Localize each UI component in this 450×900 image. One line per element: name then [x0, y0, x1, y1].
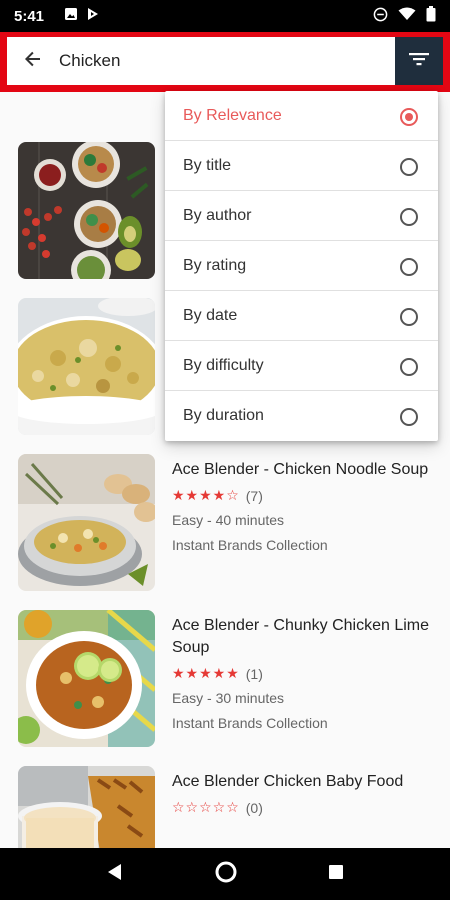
back-nav-icon[interactable]	[106, 863, 124, 886]
recipe-collection: Instant Brands Collection	[172, 715, 328, 731]
chicken-pasta-photo	[18, 298, 155, 435]
sort-option-label: By date	[183, 306, 238, 324]
rating-count: (7)	[245, 487, 263, 504]
back-button[interactable]	[7, 37, 59, 85]
status-time: 5:41	[14, 7, 45, 25]
play-store-icon	[86, 7, 100, 25]
do-not-disturb-icon	[373, 7, 388, 26]
radio-selected-icon[interactable]	[400, 108, 418, 126]
sort-option-label: By author	[183, 206, 252, 224]
radio-unselected-icon[interactable]	[400, 158, 418, 176]
sort-option-label: By rating	[183, 256, 247, 274]
radio-unselected-icon[interactable]	[400, 308, 418, 326]
sort-option-date[interactable]: By date	[165, 291, 438, 341]
recipe-info: Ace Blender - Chunky Chicken Lime Soup ★…	[172, 615, 434, 731]
recipe-info: Ace Blender - Chicken Noodle Soup ★★★★☆ …	[172, 459, 434, 553]
sort-filter-button[interactable]	[395, 37, 443, 85]
system-nav-bar	[0, 848, 450, 900]
recipe-card[interactable]: Ace Blender - Chunky Chicken Lime Soup ★…	[18, 610, 438, 750]
sort-option-title[interactable]: By title	[165, 141, 438, 191]
rating-stars: ★★★★☆ (7)	[172, 487, 434, 504]
recipe-collection: Instant Brands Collection	[172, 537, 328, 553]
battery-icon	[426, 6, 436, 26]
app-screen: 5:41 Chicken Ace Blender - Chicken Noodl…	[0, 0, 450, 900]
search-box	[7, 37, 443, 85]
rating-stars: ★★★★★ (1)	[172, 665, 434, 682]
status-bar: 5:41	[0, 0, 450, 32]
sort-option-relevance[interactable]: By Relevance	[165, 91, 438, 141]
radio-unselected-icon[interactable]	[400, 358, 418, 376]
sort-option-difficulty[interactable]: By difficulty	[165, 341, 438, 391]
sort-menu: By Relevance By title By author By ratin…	[165, 91, 438, 441]
noodle-soup-photo	[18, 454, 155, 591]
recipe-title: Ace Blender - Chicken Noodle Soup	[172, 461, 429, 478]
recipe-title: Ace Blender - Chunky Chicken Lime Soup	[172, 617, 430, 656]
sort-option-author[interactable]: By author	[165, 191, 438, 241]
star-rating: ★★★★★	[172, 665, 240, 681]
home-nav-icon[interactable]	[215, 861, 237, 888]
star-rating: ☆☆☆☆☆	[172, 799, 240, 815]
sort-option-rating[interactable]: By rating	[165, 241, 438, 291]
rating-stars: ☆☆☆☆☆ (0)	[172, 799, 434, 816]
search-input[interactable]	[59, 41, 359, 81]
sort-option-label: By duration	[183, 407, 264, 424]
recents-nav-icon[interactable]	[328, 864, 344, 885]
radio-unselected-icon[interactable]	[400, 258, 418, 276]
rating-count: (0)	[245, 799, 263, 816]
rating-count: (1)	[245, 665, 263, 682]
radio-unselected-icon[interactable]	[400, 208, 418, 226]
radio-unselected-icon[interactable]	[400, 408, 418, 426]
sort-option-duration[interactable]: By duration	[165, 391, 438, 441]
sort-option-label: By difficulty	[183, 356, 264, 374]
recipe-title: Ace Blender Chicken Baby Food	[172, 773, 404, 790]
recipe-info: Ace Blender Chicken Baby Food ☆☆☆☆☆ (0)	[172, 771, 434, 816]
sort-option-label: By title	[183, 156, 232, 174]
wifi-icon	[398, 7, 416, 25]
sort-option-label: By Relevance	[183, 106, 282, 124]
recipe-difficulty-time: Easy - 40 minutes	[172, 512, 285, 528]
lime-soup-photo	[18, 610, 155, 747]
arrow-left-icon	[25, 51, 41, 72]
recipe-difficulty-time: Easy - 30 minutes	[172, 690, 285, 706]
filter-icon	[409, 51, 429, 72]
search-header	[0, 32, 450, 92]
star-rating: ★★★★☆	[172, 487, 240, 503]
recipe-card[interactable]: Ace Blender - Chicken Noodle Soup ★★★★☆ …	[18, 454, 438, 594]
tacos-bowls-photo	[18, 142, 155, 279]
image-icon	[64, 7, 78, 25]
